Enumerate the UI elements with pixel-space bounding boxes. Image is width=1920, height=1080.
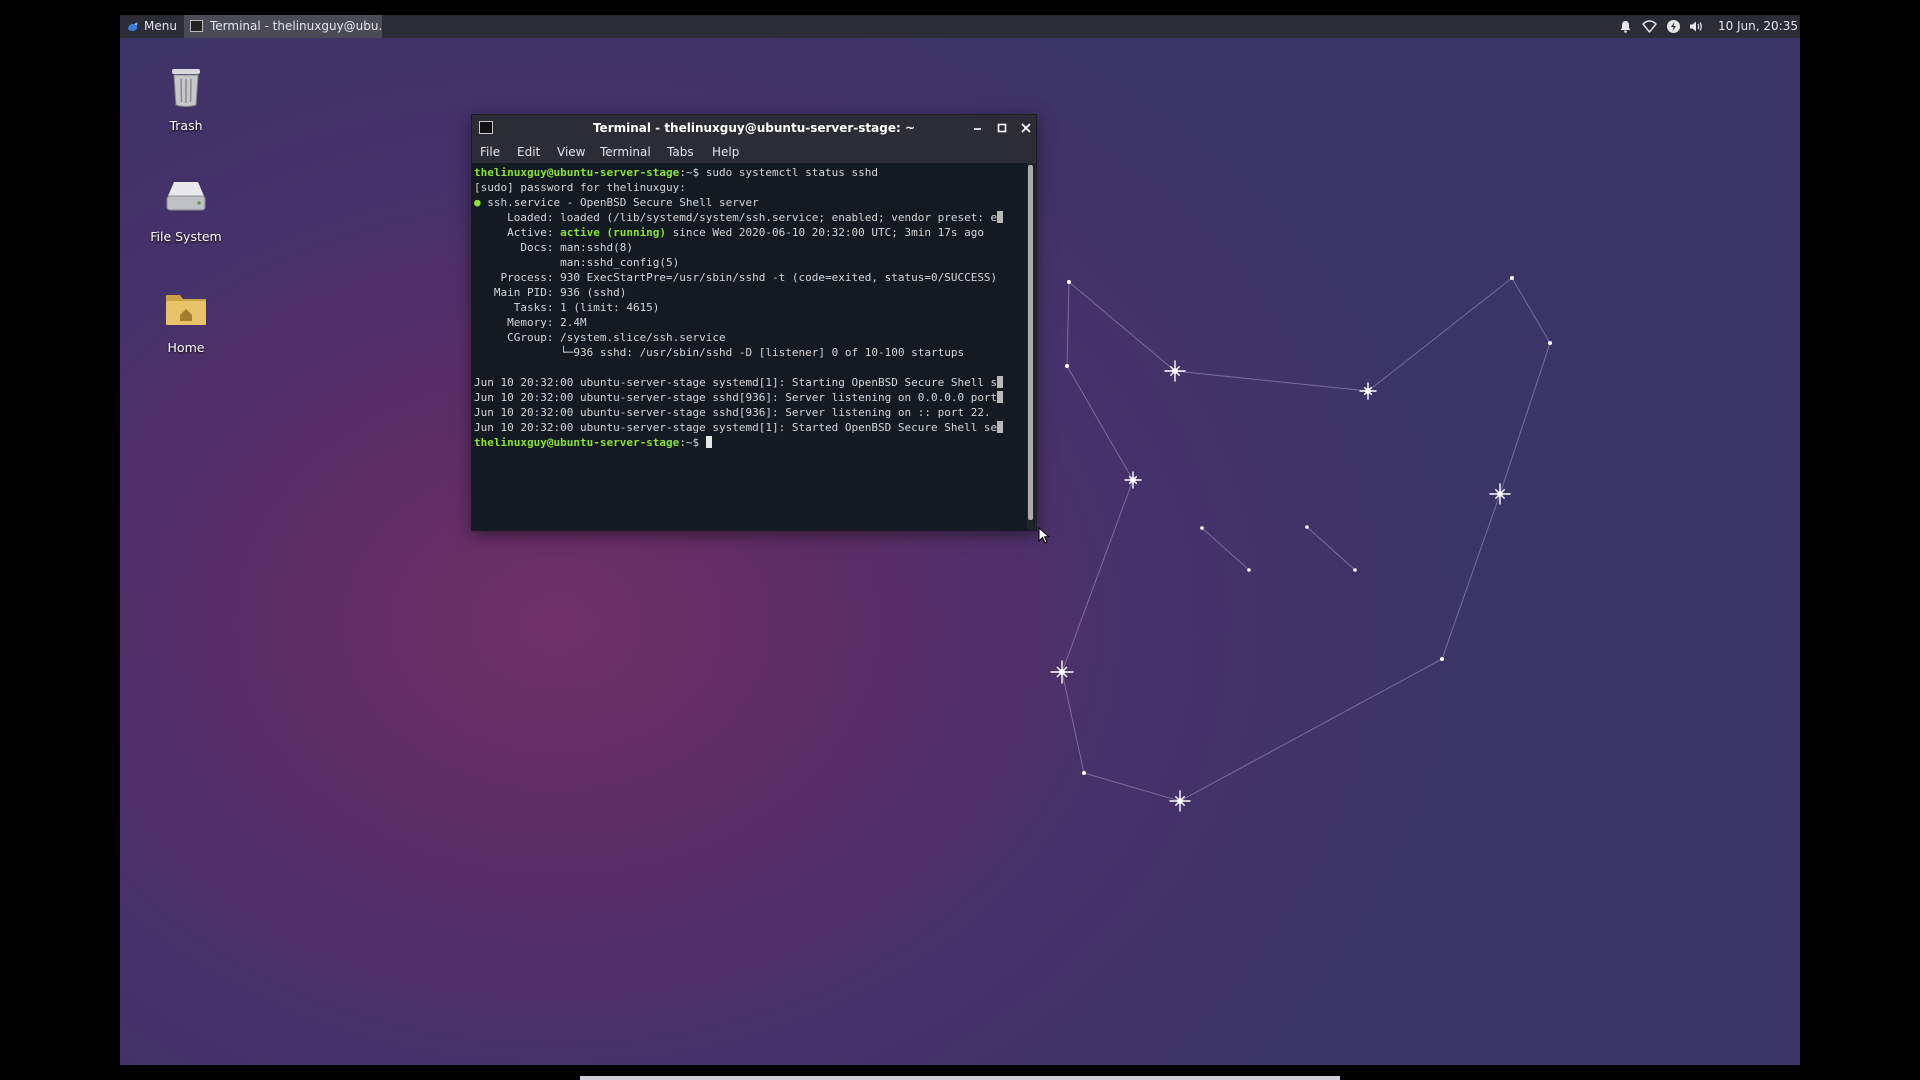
terminal-line: thelinuxguy@ubuntu-server-stage:~$ xyxy=(474,435,1022,450)
truncation-marker xyxy=(997,376,1004,388)
terminal-icon xyxy=(190,20,203,32)
terminal-line: Tasks: 1 (limit: 4615) xyxy=(474,301,660,314)
top-panel: Menu Terminal - thelinuxguy@ubu... 10 Ju… xyxy=(120,15,1800,38)
loaded-line: Loaded: loaded (/lib/systemd/system/ssh.… xyxy=(474,211,998,224)
command: sudo systemctl status sshd xyxy=(705,166,878,179)
menu-view[interactable]: View xyxy=(557,141,585,163)
menu-help[interactable]: Help xyxy=(712,141,739,163)
menu-file[interactable]: File xyxy=(480,141,500,163)
terminal-line: Jun 10 20:32:00 ubuntu-server-stage syst… xyxy=(474,375,1022,390)
trash-icon xyxy=(172,69,200,107)
terminal-text: thelinuxguy@ubuntu-server-stage:~$ sudo … xyxy=(474,165,1022,450)
desktop-icon-filesystem[interactable]: File System xyxy=(136,174,236,244)
terminal-output[interactable]: thelinuxguy@ubuntu-server-stage:~$ sudo … xyxy=(472,163,1035,530)
menu-edit[interactable]: Edit xyxy=(517,141,540,163)
terminal-line: Jun 10 20:32:00 ubuntu-server-stage sshd… xyxy=(474,406,991,419)
prompt: thelinuxguy@ubuntu-server-stage xyxy=(474,166,680,179)
desktop-icon-label: File System xyxy=(150,229,222,244)
home-folder-icon xyxy=(166,295,206,325)
active-label: Active: xyxy=(474,226,561,239)
terminal-line: [sudo] password for thelinuxguy: xyxy=(474,181,686,194)
terminal-line: ● ssh.service - OpenBSD Secure Shell ser… xyxy=(474,195,1022,210)
menu-button[interactable]: Menu xyxy=(122,15,183,38)
log-line: Jun 10 20:32:00 ubuntu-server-stage syst… xyxy=(474,376,998,389)
terminal-line: Loaded: loaded (/lib/systemd/system/ssh.… xyxy=(474,210,1022,225)
truncation-marker xyxy=(997,211,1004,223)
window-title: Terminal - thelinuxguy@ubuntu-server-sta… xyxy=(592,121,916,135)
star-core xyxy=(1172,368,1178,374)
clock[interactable]: 10 Jun, 20:35 xyxy=(1718,15,1798,38)
active-state: active (running) xyxy=(560,226,667,239)
bell-icon[interactable] xyxy=(1618,19,1633,34)
unit-line: ssh.service - OpenBSD Secure Shell serve… xyxy=(480,196,759,209)
truncation-marker xyxy=(997,391,1004,403)
terminal-line: man:sshd_config(5) xyxy=(474,256,680,269)
minimize-button[interactable] xyxy=(969,119,987,137)
terminal-line: Active: active (running) since Wed 2020-… xyxy=(474,225,1022,240)
prompt-suffix: :~$ xyxy=(679,436,706,449)
volume-icon[interactable] xyxy=(1688,19,1703,34)
taskbar-item-label: Terminal - thelinuxguy@ubu... xyxy=(210,19,382,33)
window-titlebar[interactable]: Terminal - thelinuxguy@ubuntu-server-sta… xyxy=(472,115,1036,141)
terminal-window[interactable]: Terminal - thelinuxguy@ubuntu-server-sta… xyxy=(472,115,1036,530)
maximize-button[interactable] xyxy=(993,119,1011,137)
text-cursor xyxy=(705,436,712,448)
prompt-suffix: :~$ xyxy=(679,166,706,179)
scrollbar-thumb[interactable] xyxy=(1028,165,1033,520)
bottom-dock-edge xyxy=(580,1076,1340,1080)
wifi-icon[interactable] xyxy=(1642,19,1657,34)
prompt: thelinuxguy@ubuntu-server-stage xyxy=(474,436,680,449)
terminal-line: └─936 sshd: /usr/sbin/sshd -D [listener]… xyxy=(474,346,965,359)
truncation-marker xyxy=(997,421,1004,433)
menu-label: Menu xyxy=(144,19,177,33)
terminal-line: Memory: 2.4M xyxy=(474,316,587,329)
minimize-icon xyxy=(974,128,981,130)
system-tray: 10 Jun, 20:35 xyxy=(1600,15,1800,38)
terminal-line: Docs: man:sshd(8) xyxy=(474,241,633,254)
terminal-scrollbar[interactable] xyxy=(1027,163,1034,530)
star-core xyxy=(1497,491,1503,497)
close-button[interactable] xyxy=(1017,119,1035,137)
active-rest: since Wed 2020-06-10 20:32:00 UTC; 3min … xyxy=(666,226,984,239)
xfce-mouse-icon xyxy=(128,22,138,31)
update-icon[interactable] xyxy=(1666,19,1681,34)
mouse-pointer-icon xyxy=(1038,527,1050,544)
desktop-icon-label: Trash xyxy=(169,118,203,133)
desktop-icon-trash[interactable]: Trash xyxy=(136,63,236,133)
terminal-menubar: File Edit View Terminal Tabs Help xyxy=(472,141,1036,163)
terminal-line: Jun 10 20:32:00 ubuntu-server-stage sshd… xyxy=(474,390,1022,405)
terminal-line: Jun 10 20:32:00 ubuntu-server-stage syst… xyxy=(474,420,1022,435)
menu-tabs[interactable]: Tabs xyxy=(667,141,694,163)
drive-icon xyxy=(166,182,206,211)
log-line: Jun 10 20:32:00 ubuntu-server-stage syst… xyxy=(474,421,998,434)
star-core xyxy=(1365,388,1371,394)
star-core xyxy=(1130,477,1136,483)
terminal-line: thelinuxguy@ubuntu-server-stage:~$ sudo … xyxy=(474,165,1022,180)
desktop[interactable]: Menu Terminal - thelinuxguy@ubu... 10 Ju… xyxy=(120,15,1800,1065)
star-core xyxy=(1177,798,1183,804)
maximize-icon xyxy=(997,123,1007,133)
screen: Menu Terminal - thelinuxguy@ubu... 10 Ju… xyxy=(0,0,1920,1080)
terminal-line: Process: 930 ExecStartPre=/usr/sbin/sshd… xyxy=(474,271,998,284)
close-icon xyxy=(1021,123,1031,133)
desktop-icon-home[interactable]: Home xyxy=(136,285,236,355)
taskbar-item-terminal[interactable]: Terminal - thelinuxguy@ubu... xyxy=(184,15,382,38)
desktop-icon-label: Home xyxy=(167,340,205,355)
star-core xyxy=(1059,669,1065,675)
terminal-line: CGroup: /system.slice/ssh.service xyxy=(474,331,726,344)
menu-terminal[interactable]: Terminal xyxy=(600,141,651,163)
terminal-line: Main PID: 936 (sshd) xyxy=(474,286,627,299)
status-dot: ● xyxy=(474,196,481,209)
log-line: Jun 10 20:32:00 ubuntu-server-stage sshd… xyxy=(474,391,998,404)
